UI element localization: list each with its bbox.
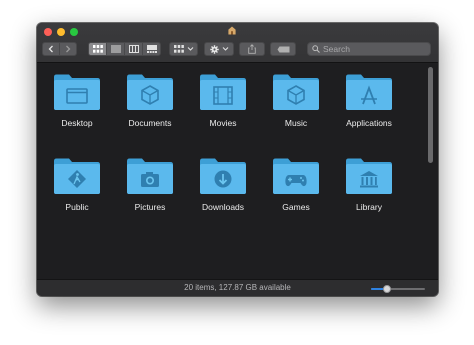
back-button[interactable] bbox=[42, 42, 60, 56]
chevron-right-icon bbox=[66, 45, 71, 53]
folder-label: Library bbox=[356, 202, 382, 212]
gear-icon bbox=[209, 44, 219, 54]
chevron-left-icon bbox=[48, 45, 53, 53]
folder-item-desktop[interactable]: Desktop bbox=[42, 73, 112, 128]
applications-folder-icon bbox=[346, 74, 392, 110]
movies-folder-icon bbox=[200, 74, 246, 110]
tags-button[interactable] bbox=[270, 42, 296, 56]
zoom-window-button[interactable] bbox=[70, 28, 78, 36]
folder-label: Pictures bbox=[134, 202, 166, 212]
folder-label: Documents bbox=[128, 118, 172, 128]
home-folder-icon bbox=[228, 26, 236, 35]
share-icon bbox=[248, 44, 256, 54]
folder-label: Applications bbox=[346, 118, 392, 128]
folder-label: Public bbox=[65, 202, 89, 212]
icon-view-icon bbox=[92, 45, 103, 53]
library-folder-icon bbox=[346, 158, 392, 194]
toolbar bbox=[37, 23, 438, 63]
search-input[interactable] bbox=[323, 44, 423, 54]
folder-item-library[interactable]: Library bbox=[334, 157, 404, 212]
search-field[interactable] bbox=[307, 42, 431, 56]
search-icon bbox=[312, 45, 320, 53]
folder-item-applications[interactable]: Applications bbox=[334, 73, 404, 128]
column-view-button[interactable] bbox=[124, 42, 143, 56]
group-by-button[interactable] bbox=[169, 42, 198, 56]
folder-label: Games bbox=[282, 202, 310, 212]
folder-item-downloads[interactable]: Downloads bbox=[188, 157, 258, 212]
folder-item-pictures[interactable]: Pictures bbox=[115, 157, 185, 212]
folder-label: Downloads bbox=[201, 202, 245, 212]
forward-button[interactable] bbox=[59, 42, 77, 56]
icon-size-slider[interactable] bbox=[371, 285, 425, 293]
folder-item-documents[interactable]: Documents bbox=[115, 73, 185, 128]
folder-item-music[interactable]: Music bbox=[261, 73, 331, 128]
public-folder-icon bbox=[54, 158, 100, 194]
file-grid: Desktop Documents Movies Music Applications P… bbox=[37, 64, 438, 279]
action-button[interactable] bbox=[204, 42, 234, 56]
pictures-folder-icon bbox=[127, 158, 173, 194]
chevron-down-icon bbox=[222, 47, 228, 51]
folder-label: Desktop bbox=[61, 118, 93, 128]
close-window-button[interactable] bbox=[44, 28, 52, 36]
gallery-view-button[interactable] bbox=[142, 42, 161, 56]
folder-item-games[interactable]: Games bbox=[261, 157, 331, 212]
desktop-folder-icon bbox=[54, 74, 100, 110]
gallery-view-icon bbox=[146, 45, 157, 53]
folder-label: Movies bbox=[209, 118, 237, 128]
finder-window: Desktop Documents Movies Music Applications P… bbox=[37, 23, 438, 296]
group-by-icon bbox=[173, 45, 184, 53]
minimize-window-button[interactable] bbox=[57, 28, 65, 36]
folder-label: Music bbox=[284, 118, 308, 128]
tag-icon bbox=[277, 46, 289, 52]
music-folder-icon bbox=[273, 74, 319, 110]
vertical-scrollbar[interactable] bbox=[428, 67, 433, 163]
list-view-icon bbox=[110, 45, 121, 53]
folder-item-public[interactable]: Public bbox=[42, 157, 112, 212]
status-bar: 20 items, 127.87 GB available bbox=[37, 279, 438, 296]
column-view-icon bbox=[128, 45, 139, 53]
share-button[interactable] bbox=[239, 42, 265, 56]
folder-item-movies[interactable]: Movies bbox=[188, 73, 258, 128]
documents-folder-icon bbox=[127, 74, 173, 110]
chevron-down-icon bbox=[187, 47, 193, 51]
list-view-button[interactable] bbox=[106, 42, 125, 56]
games-folder-icon bbox=[273, 158, 319, 194]
icon-view-button[interactable] bbox=[88, 42, 107, 56]
downloads-folder-icon bbox=[200, 158, 246, 194]
